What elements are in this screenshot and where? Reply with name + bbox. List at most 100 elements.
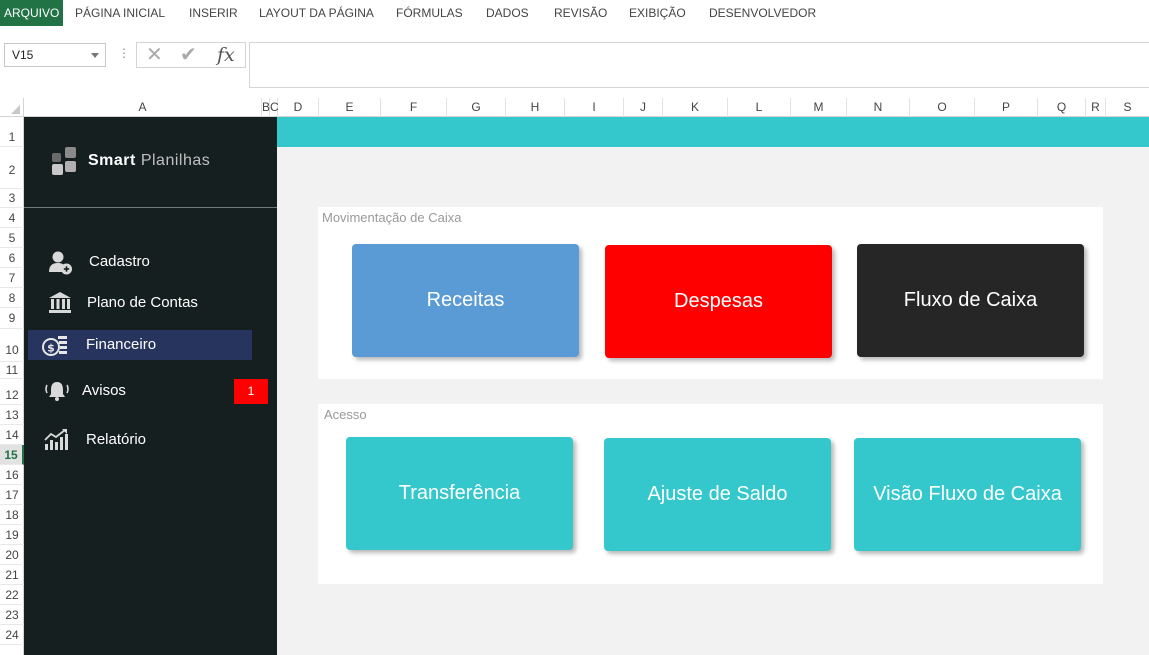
panel-title: Acesso [324,407,367,422]
tab-formulas[interactable]: FÓRMULAS [396,0,463,26]
sidebar-item-plano-de-contas[interactable]: Plano de Contas [24,288,277,318]
ajuste-de-saldo-button[interactable]: Ajuste de Saldo [604,438,831,551]
row-header[interactable]: 22 [0,585,24,605]
sidebar-item-avisos[interactable]: Avisos [24,376,224,406]
enter-icon[interactable]: ✔ [180,45,197,65]
column-header[interactable]: N [847,98,910,117]
column-header[interactable]: E [319,98,381,117]
row-header[interactable]: 17 [0,485,24,505]
row-header[interactable]: 10 [0,329,24,362]
formula-bar: V15 ⋮ ✕ ✔ fx [0,40,1149,88]
transferencia-button[interactable]: Transferência [346,437,573,550]
cash-movement-panel: Movimentação de Caixa Receitas Despesas … [318,207,1103,379]
chart-icon [43,428,69,452]
row-header[interactable]: 3 [0,189,24,208]
sidebar-item-cadastro[interactable]: Cadastro [24,247,277,277]
tab-arquivo[interactable]: ARQUIVO [0,0,64,26]
column-header[interactable]: C [270,98,279,117]
row-header[interactable]: 21 [0,565,24,585]
column-header[interactable]: B [262,98,270,117]
column-header[interactable]: O [910,98,975,117]
sidebar-divider [24,207,277,208]
formula-input[interactable] [249,42,1149,88]
row-header[interactable]: 1 [0,117,24,147]
column-header[interactable]: F [381,98,447,117]
sidebar-item-relatorio[interactable]: Relatório [24,425,277,455]
column-header[interactable]: S [1106,98,1149,117]
receitas-button[interactable]: Receitas [352,244,579,357]
formula-buttons: ✕ ✔ fx [136,42,246,68]
column-header[interactable]: H [506,98,565,117]
column-header[interactable]: P [975,98,1038,117]
select-all-icon[interactable] [11,105,20,114]
column-header[interactable]: J [624,98,663,117]
column-header[interactable]: Q [1038,98,1086,117]
chevron-down-icon[interactable] [91,53,99,58]
row-header[interactable]: 2 [0,147,24,189]
brand-name: Smart Planilhas [88,152,210,170]
row-header[interactable]: 5 [0,228,24,248]
sidebar-item-label: Relatório [86,431,147,448]
row-header[interactable]: 9 [0,308,24,329]
name-box-value: V15 [12,48,34,62]
column-header[interactable]: R [1086,98,1106,117]
column-headers: A B C D E F G H I J K L M N O P Q R S [0,98,1149,117]
user-add-icon [48,250,74,275]
bank-icon [47,291,73,315]
tab-revisao[interactable]: REVISÃO [554,0,607,26]
name-box[interactable]: V15 [4,43,106,67]
insert-function-icon[interactable]: fx [217,45,235,65]
sidebar-item-label: Plano de Contas [87,294,198,311]
row-header[interactable]: 4 [0,208,24,228]
row-headers: 1 2 3 4 5 6 7 8 9 10 11 12 13 14 15 16 1… [0,117,24,655]
row-header[interactable]: 18 [0,505,24,525]
row-header[interactable]: 24 [0,625,24,645]
tab-layout-da-pagina[interactable]: LAYOUT DA PÁGINA [259,0,374,26]
column-header[interactable]: L [728,98,791,117]
row-header[interactable]: 19 [0,525,24,545]
tab-exibicao[interactable]: EXIBIÇÃO [629,0,686,26]
sidebar-item-financeiro[interactable]: $ Financeiro [28,330,252,360]
fluxo-de-caixa-button[interactable]: Fluxo de Caixa [857,244,1084,357]
bell-icon [44,379,70,403]
row-header[interactable]: 8 [0,288,24,308]
panel-title: Movimentação de Caixa [322,210,462,225]
row-header[interactable]: 6 [0,248,24,268]
row-header[interactable]: 7 [0,268,24,288]
sidebar-item-label: Cadastro [89,253,150,270]
despesas-button[interactable]: Despesas [605,245,832,358]
row-header[interactable]: 13 [0,405,24,425]
tab-desenvolvedor[interactable]: DESENVOLVEDOR [709,0,816,26]
sidebar-item-label: Avisos [82,382,126,399]
svg-text:$: $ [47,342,55,355]
cancel-icon[interactable]: ✕ [146,45,163,65]
column-header[interactable]: A [24,98,262,117]
row-header[interactable]: 12 [0,379,24,405]
drag-handle-icon[interactable]: ⋮ [118,46,130,60]
row-header[interactable]: 23 [0,605,24,625]
column-header[interactable]: D [278,98,319,117]
column-header[interactable]: M [791,98,847,117]
row-header[interactable]: 14 [0,425,24,445]
alerts-count-badge: 1 [234,379,268,404]
row-header[interactable]: 11 [0,362,24,379]
column-header[interactable]: K [663,98,728,117]
money-icon: $ [42,333,68,357]
select-all-corner[interactable] [0,98,24,117]
row-header[interactable]: 16 [0,465,24,485]
row-header-selected[interactable]: 15 [0,445,24,465]
excel-window: ARQUIVO PÁGINA INICIAL INSERIR LAYOUT DA… [0,0,1149,655]
sidebar-item-label: Financeiro [86,336,157,353]
column-header[interactable]: G [447,98,506,117]
header-bar [277,117,1149,147]
column-header[interactable]: I [565,98,624,117]
brand-light: Planilhas [140,152,211,169]
sidebar: Smart Planilhas Cadastro Plano de Contas… [24,117,277,655]
brand-bold: Smart [88,152,136,169]
tab-dados[interactable]: DADOS [486,0,529,26]
tab-pagina-inicial[interactable]: PÁGINA INICIAL [75,0,165,26]
ribbon-tab-bar: ARQUIVO PÁGINA INICIAL INSERIR LAYOUT DA… [0,0,1149,26]
tab-inserir[interactable]: INSERIR [189,0,238,26]
visao-fluxo-de-caixa-button[interactable]: Visão Fluxo de Caixa [854,438,1081,551]
row-header[interactable]: 20 [0,545,24,565]
